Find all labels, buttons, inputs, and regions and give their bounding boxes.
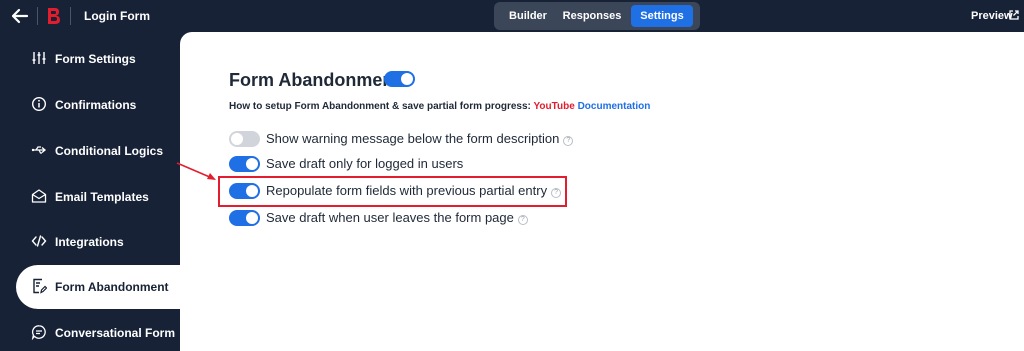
toggle-knob: [246, 158, 258, 170]
sidebar-item-label: Conditional Logics: [55, 144, 163, 158]
sidebar-item-conditional-logics[interactable]: Conditional Logics: [0, 129, 180, 173]
code-icon: [31, 235, 47, 247]
youtube-link[interactable]: YouTube: [534, 101, 575, 112]
settings-panel: Form Abandonment How to setup Form Aband…: [180, 32, 1024, 351]
sidebar-item-label: Conversational Form: [55, 326, 176, 340]
sidebar-item-label: Confirmations: [55, 98, 137, 112]
option-label: Save draft when user leaves the form pag…: [266, 210, 528, 225]
option-label: Show warning message below the form desc…: [266, 131, 574, 146]
page-title: Form Abandonment: [229, 70, 400, 90]
sidebar-item-form-settings[interactable]: Form Settings: [0, 37, 180, 81]
tab-responses[interactable]: Responses: [560, 5, 624, 27]
usb-branch-icon: [31, 146, 47, 154]
top-bar: Login Form Builder Responses Settings Pr…: [0, 0, 1024, 32]
toggle-knob: [246, 212, 258, 224]
form-title: Login Form: [84, 9, 150, 23]
sidebar-item-label: Integrations: [55, 235, 124, 249]
tab-settings[interactable]: Settings: [631, 5, 693, 27]
preview-link[interactable]: Preview: [971, 10, 1013, 22]
divider: [70, 7, 71, 25]
toggle-knob: [401, 73, 413, 85]
option-label: Save draft only for logged in users: [266, 156, 463, 171]
option-text: Save draft when user leaves the form pag…: [266, 210, 514, 225]
option-text: Show warning message below the form desc…: [266, 131, 560, 146]
external-link-icon[interactable]: [1008, 9, 1020, 21]
document-edit-icon: [33, 278, 47, 294]
sidebar-item-email-templates[interactable]: Email Templates: [0, 175, 180, 219]
tab-builder[interactable]: Builder: [500, 5, 556, 27]
info-icon: [31, 96, 47, 112]
toggle-knob: [231, 133, 243, 145]
documentation-link[interactable]: Documentation: [578, 101, 651, 112]
sidebar-item-label: Form Abandonment: [55, 280, 169, 294]
sidebar-item-integrations[interactable]: Integrations: [0, 220, 180, 264]
divider: [37, 7, 38, 25]
view-tabs: Builder Responses Settings: [494, 2, 700, 30]
envelope-open-icon: [31, 189, 47, 203]
option-text: Save draft only for logged in users: [266, 156, 464, 171]
sliders-icon: [32, 52, 46, 64]
brand-logo-icon: [48, 8, 60, 24]
sidebar-item-confirmations[interactable]: Confirmations: [0, 83, 180, 127]
sidebar-item-label: Email Templates: [55, 190, 149, 204]
sidebar-item-conversational-form[interactable]: Conversational Form: [0, 311, 180, 351]
chat-bubble-icon: [31, 325, 46, 340]
show-warning-toggle[interactable]: [229, 131, 260, 147]
help-icon[interactable]: ?: [563, 136, 574, 146]
sidebar-item-label: Form Settings: [55, 52, 136, 66]
back-arrow-icon[interactable]: [9, 5, 31, 27]
sidebar-item-form-abandonment[interactable]: Form Abandonment: [16, 265, 180, 309]
logged-in-only-toggle[interactable]: [229, 156, 260, 172]
help-text: How to setup Form Abandonment & save par…: [229, 101, 650, 112]
save-on-leave-toggle[interactable]: [229, 210, 260, 226]
highlight-box: [218, 176, 567, 207]
help-icon[interactable]: ?: [517, 215, 528, 225]
form-abandonment-toggle[interactable]: [384, 71, 415, 87]
help-label: How to setup Form Abandonment & save par…: [229, 101, 531, 112]
